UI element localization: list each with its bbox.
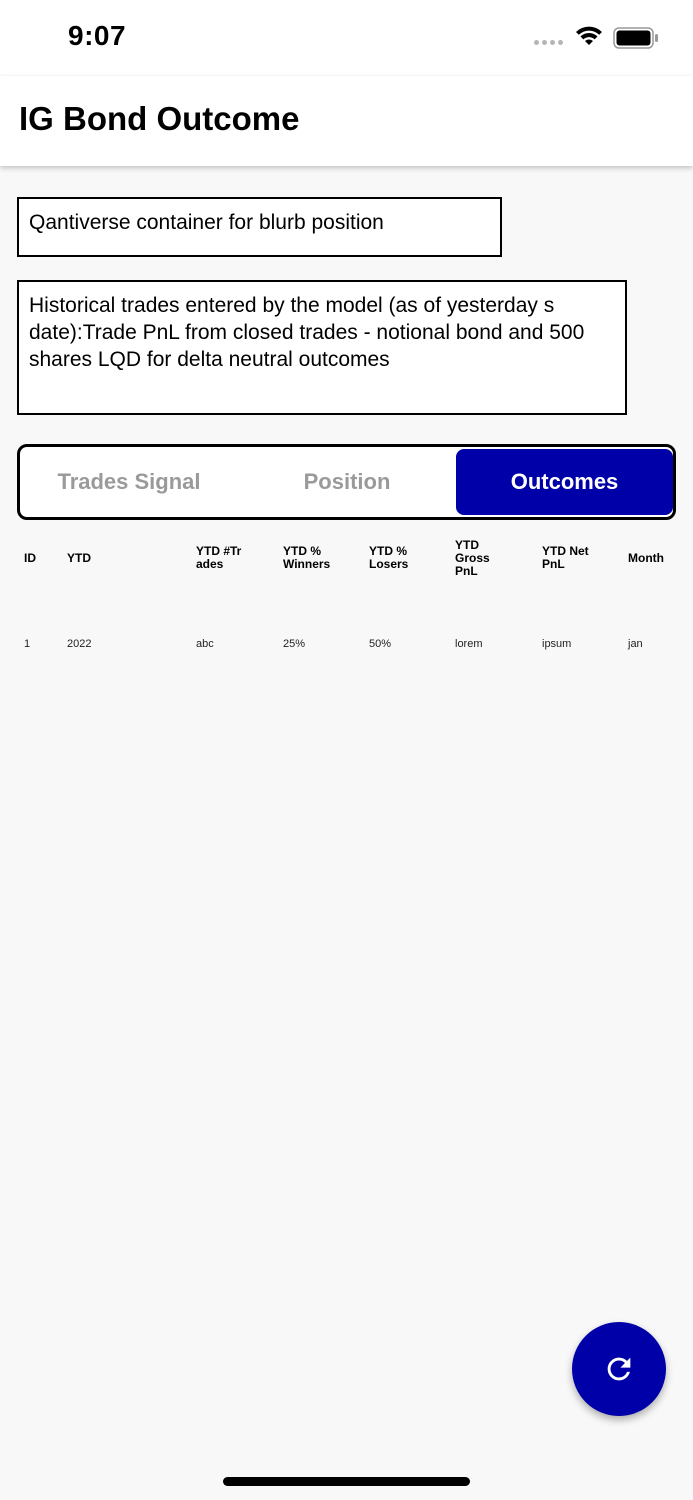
cell-month: jan	[628, 638, 643, 650]
refresh-button[interactable]	[572, 1322, 666, 1416]
column-header-ytd-losers: YTD % Losers	[369, 544, 409, 571]
app-bar: IG Bond Outcome	[0, 76, 693, 166]
segmented-tab-control: Trades Signal Position Outcomes	[17, 444, 676, 520]
column-header-id: ID	[24, 550, 36, 565]
tab-position[interactable]: Position	[238, 447, 456, 517]
cell-ytd-winners: 25%	[283, 638, 306, 650]
column-header-ytd-net-pnl: YTD Net PnL	[542, 544, 589, 571]
column-header-ytd-trades: YTD #Trades	[196, 544, 242, 571]
cell-ytd-net-pnl: ipsum	[542, 638, 572, 650]
tab-outcomes[interactable]: Outcomes	[456, 449, 673, 515]
page-title: IG Bond Outcome	[19, 100, 300, 137]
cell-id: 1	[24, 638, 31, 650]
column-header-ytd-gross-pnl: YTD Gross PnL	[455, 537, 490, 578]
cell-ytd-trades: abc	[196, 638, 214, 650]
tab-trades-signal[interactable]: Trades Signal	[20, 447, 238, 517]
history-description-container: Historical trades entered by the model (…	[17, 280, 627, 415]
cell-ytd-gross-pnl: lorem	[455, 638, 483, 650]
home-indicator[interactable]	[223, 1477, 470, 1486]
cellular-signal-icon	[534, 40, 563, 45]
battery-icon	[613, 27, 658, 49]
column-header-ytd-winners: YTD % Winners	[283, 544, 331, 571]
status-bar: 9:07	[0, 0, 693, 76]
status-time: 9:07	[68, 20, 127, 51]
cell-ytd: 2022	[67, 638, 92, 650]
column-header-ytd: YTD	[67, 550, 91, 565]
blurb-container: Qantiverse container for blurb position	[17, 197, 502, 257]
wifi-icon	[576, 26, 602, 45]
cell-ytd-losers: 50%	[369, 638, 392, 650]
column-header-month: Month	[628, 550, 664, 565]
refresh-icon	[607, 1357, 631, 1381]
